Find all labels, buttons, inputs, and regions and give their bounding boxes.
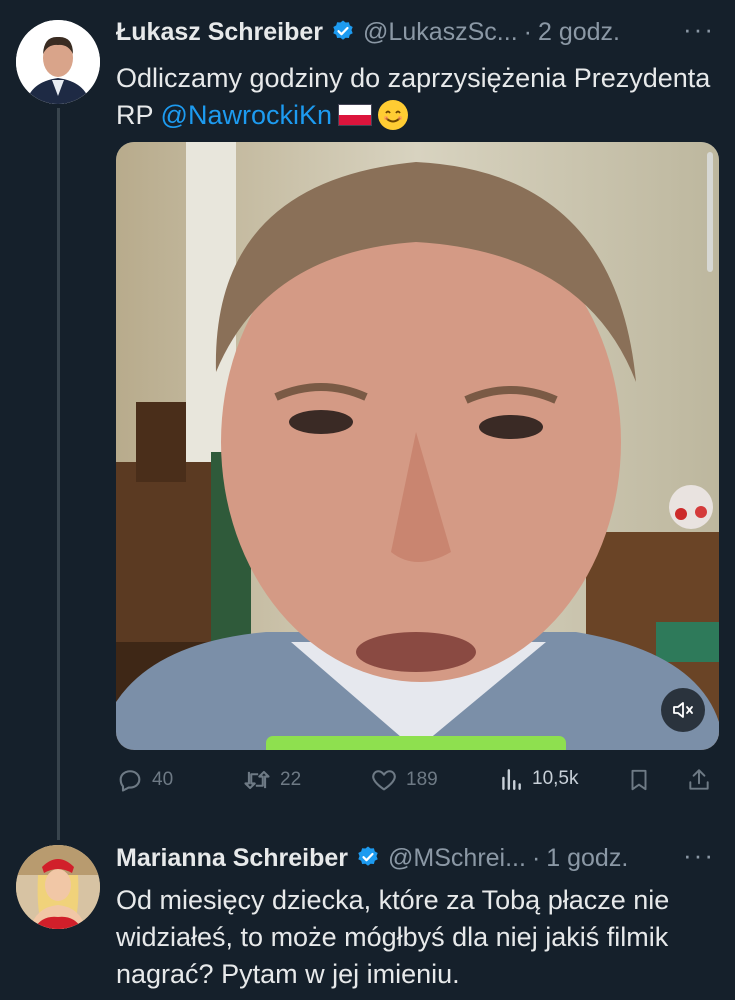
avatar-lukasz[interactable] — [16, 20, 100, 104]
reply-icon — [116, 766, 144, 794]
tweet1-text: Odliczamy godziny do zaprzysiężenia Prez… — [116, 60, 716, 134]
more-icon[interactable]: ··· — [683, 14, 715, 45]
retweet-button[interactable]: 22 — [242, 766, 301, 794]
mention-link[interactable]: @NawrockiKn — [161, 100, 332, 130]
tweet2-header: Marianna Schreiber @MSchrei... · 1 godz. — [116, 842, 628, 873]
like-button[interactable]: 189 — [370, 766, 438, 794]
verified-badge-icon — [331, 19, 355, 43]
retweet-icon — [242, 766, 272, 794]
author-handle[interactable]: @MSchrei... — [388, 844, 526, 873]
tweet1-header: Łukasz Schreiber @LukaszSc... · 2 godz. — [116, 16, 620, 47]
bookmark-button[interactable] — [626, 766, 652, 794]
video-scrollbar[interactable] — [707, 152, 713, 272]
separator-dot: · — [523, 18, 532, 46]
views-icon — [498, 766, 524, 792]
author-name[interactable]: Łukasz Schreiber — [116, 18, 323, 47]
tweet1-actions: 40 22 189 10,5k — [116, 766, 721, 802]
tweet-time[interactable]: 1 godz. — [546, 844, 628, 873]
verified-badge-icon — [356, 845, 380, 869]
share-icon — [686, 766, 712, 794]
thread-line — [57, 108, 60, 840]
reply-button[interactable]: 40 — [116, 766, 173, 794]
reply-count: 40 — [152, 769, 174, 790]
views-count: 10,5k — [532, 768, 579, 789]
retweet-count: 22 — [280, 769, 302, 790]
video-frame — [116, 142, 719, 750]
video-progress-bar[interactable] — [266, 736, 566, 750]
poland-flag-icon — [337, 103, 372, 126]
like-icon — [370, 766, 398, 794]
separator-dot: · — [531, 844, 541, 872]
avatar-marianna[interactable] — [16, 845, 100, 929]
bookmark-icon — [626, 766, 652, 794]
tweet-time[interactable]: 2 godz. — [538, 18, 620, 47]
mute-icon[interactable] — [661, 688, 705, 732]
tweet2-text: Od miesięcy dziecka, które za Tobą płacz… — [116, 885, 670, 989]
author-handle[interactable]: @LukaszSc... — [363, 18, 518, 47]
like-count: 189 — [406, 769, 438, 790]
author-name[interactable]: Marianna Schreiber — [116, 844, 348, 873]
share-button[interactable] — [686, 766, 712, 794]
views-button[interactable]: 10,5k — [498, 766, 578, 792]
tweet-video[interactable] — [116, 142, 719, 750]
smiling-face-emoji-icon — [377, 99, 408, 130]
more-icon[interactable]: ··· — [683, 840, 715, 871]
